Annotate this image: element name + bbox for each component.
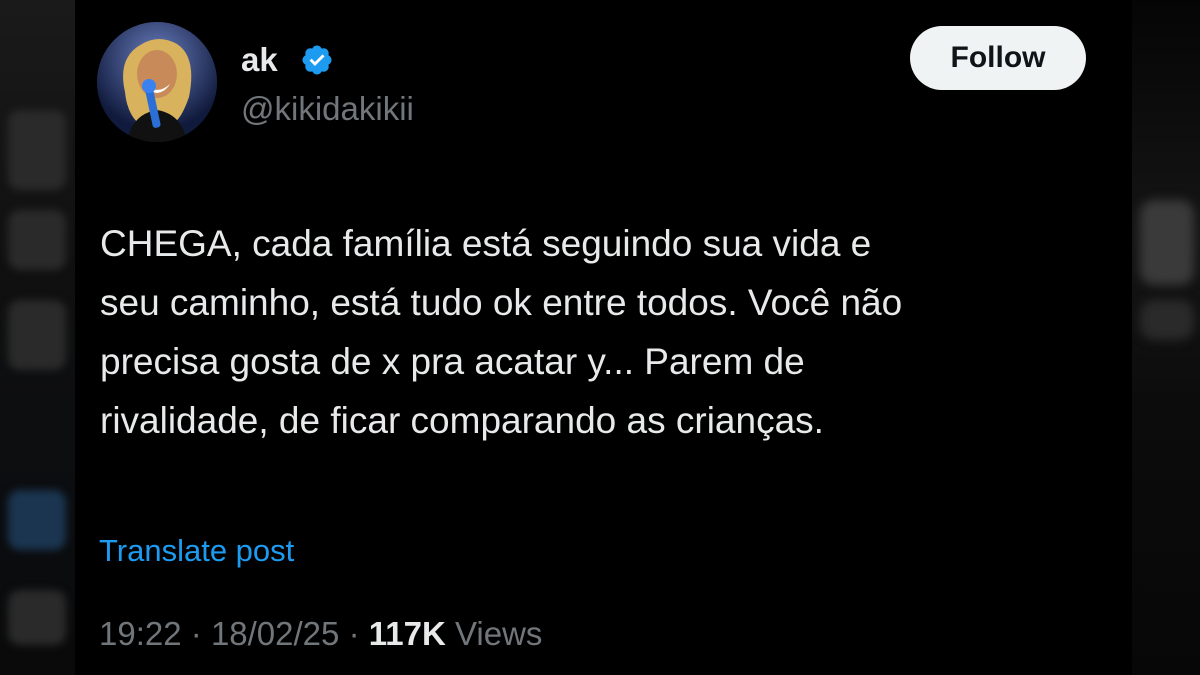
views-count[interactable]: 117K (369, 615, 446, 652)
blurred-shape (1140, 200, 1194, 285)
blurred-shape (8, 490, 66, 550)
user-handle[interactable]: @kikidakikii (241, 87, 414, 131)
tweet-card[interactable]: ak @kikidakikii Follow CHEGA, cada famíl… (75, 0, 1132, 675)
post-time[interactable]: 19:22 (99, 615, 182, 652)
blurred-shape (8, 300, 66, 370)
views-label: Views (455, 615, 543, 652)
blurred-shape (8, 210, 66, 270)
follow-button[interactable]: Follow (910, 26, 1086, 90)
blurred-background-left (0, 0, 75, 675)
screenshot-frame: ak @kikidakikii Follow CHEGA, cada famíl… (0, 0, 1200, 675)
blurred-background-right (1132, 0, 1200, 675)
tweet-text-line: rivalidade, de ficar comparando as crian… (100, 400, 824, 441)
display-name[interactable]: ak (241, 38, 278, 82)
avatar[interactable] (97, 22, 217, 142)
tweet-meta: 19:22 · 18/02/25 · 117K Views (99, 612, 542, 656)
verified-badge-icon (302, 45, 332, 75)
tweet-text-line: CHEGA, cada família está seguindo sua vi… (100, 223, 872, 264)
avatar-image (97, 22, 217, 142)
tweet-text-line: seu caminho, está tudo ok entre todos. V… (100, 282, 903, 323)
tweet-text: CHEGA, cada família está seguindo sua vi… (100, 214, 1130, 450)
blurred-shape (8, 590, 66, 645)
post-date[interactable]: 18/02/25 (211, 615, 339, 652)
meta-separator: · (190, 615, 202, 652)
meta-separator: · (348, 615, 360, 652)
translate-post-link[interactable]: Translate post (99, 529, 294, 573)
blurred-shape (8, 110, 66, 190)
blurred-shape (1140, 300, 1194, 340)
tweet-text-line: precisa gosta de x pra acatar y... Parem… (100, 341, 805, 382)
